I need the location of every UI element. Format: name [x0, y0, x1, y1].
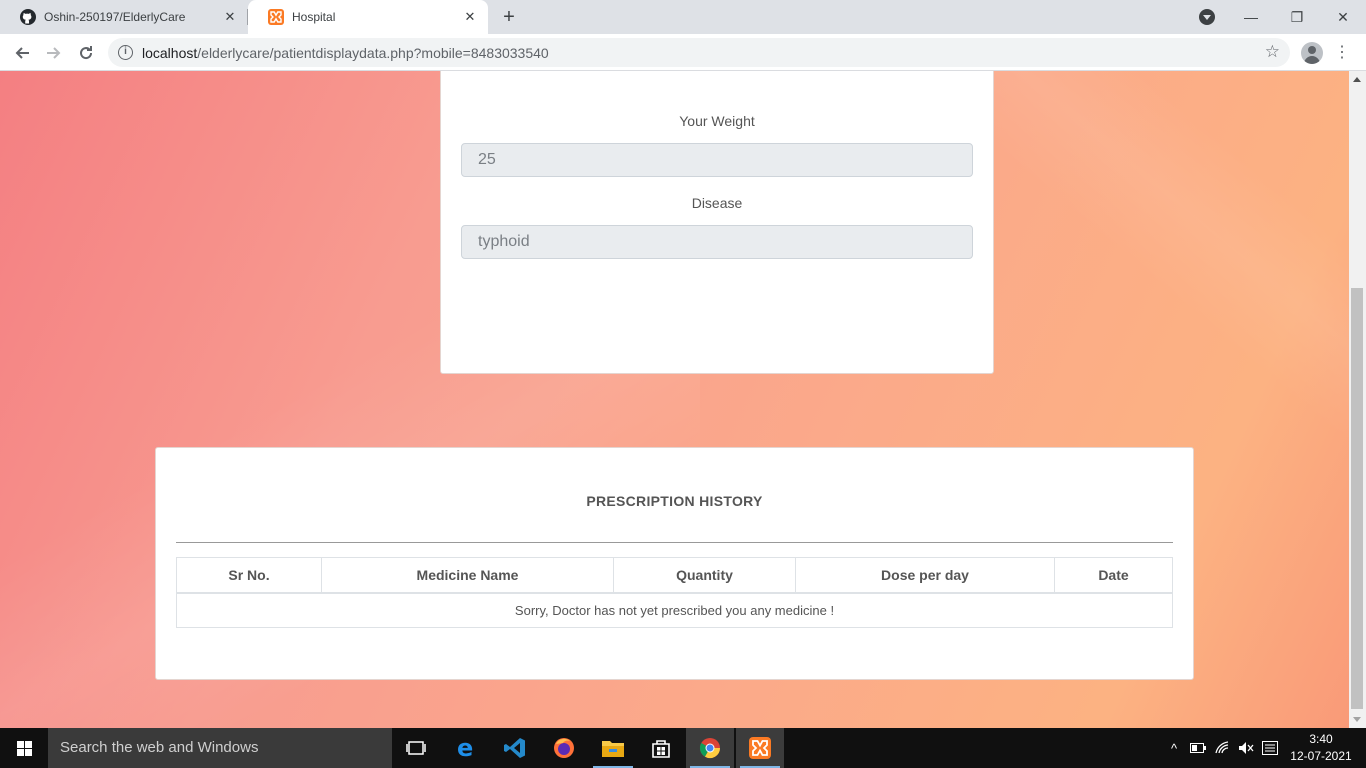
close-window-button[interactable]: ✕ — [1320, 0, 1366, 34]
column-header-sr-no: Sr No. — [176, 557, 322, 594]
tab-title: Hospital — [292, 10, 336, 24]
table-header-row: Sr No. Medicine Name Quantity Dose per d… — [176, 557, 1173, 594]
clock-date: 12-07-2021 — [1290, 749, 1352, 763]
url-text: localhost/elderlycare/patientdisplaydata… — [142, 45, 549, 61]
chrome-icon[interactable] — [686, 728, 734, 768]
back-arrow-icon[interactable] — [9, 40, 35, 66]
browser-tab-strip: Oshin-250197/ElderlyCare ✕ Hospital ✕ + … — [0, 0, 1366, 34]
scrollbar-thumb[interactable] — [1351, 288, 1363, 709]
windows-logo-icon — [16, 740, 32, 756]
prescription-history-title: PRESCRIPTION HISTORY — [586, 493, 763, 509]
github-icon — [20, 9, 36, 25]
taskbar-search-box[interactable]: Search the web and Windows — [48, 728, 392, 768]
patient-details-card: Your Weight 25 Disease typhoid — [440, 71, 994, 374]
action-center-icon[interactable] — [1259, 728, 1281, 768]
minimize-button[interactable]: — — [1228, 0, 1274, 34]
table-row: Sorry, Doctor has not yet prescribed you… — [176, 592, 1173, 628]
edge-icon[interactable]: e — [442, 728, 490, 768]
profile-avatar-icon[interactable] — [1301, 42, 1323, 64]
prescription-history-card: PRESCRIPTION HISTORY Sr No. Medicine Nam… — [155, 447, 1194, 680]
tab-title: Oshin-250197/ElderlyCare — [44, 10, 186, 24]
system-clock[interactable]: 3:40 12-07-2021 — [1284, 731, 1358, 765]
disease-field[interactable]: typhoid — [461, 225, 973, 259]
new-tab-button[interactable]: + — [498, 7, 520, 29]
url-host: localhost — [142, 45, 198, 61]
task-view-icon[interactable] — [392, 728, 440, 768]
url-path: /elderlycare/patientdisplaydata.php?mobi… — [197, 45, 549, 61]
xampp-icon[interactable] — [736, 728, 784, 768]
browser-toolbar: i localhost/elderlycare/patientdisplayda… — [0, 34, 1366, 71]
site-info-icon[interactable]: i — [118, 45, 133, 60]
page-scrollbar[interactable] — [1349, 71, 1366, 728]
svg-text:e: e — [457, 736, 473, 760]
firefox-icon[interactable] — [540, 728, 588, 768]
column-header-dose-per-day: Dose per day — [795, 557, 1055, 594]
bookmark-star-icon[interactable]: ☆ — [1265, 42, 1280, 62]
divider — [176, 542, 1173, 543]
forward-arrow-icon[interactable] — [41, 40, 67, 66]
empty-table-message: Sorry, Doctor has not yet prescribed you… — [176, 592, 1173, 628]
prescription-table: Sr No. Medicine Name Quantity Dose per d… — [176, 557, 1173, 628]
column-header-medicine-name: Medicine Name — [321, 557, 614, 594]
tab-hospital[interactable]: Hospital ✕ — [248, 0, 488, 34]
vscode-icon[interactable] — [491, 728, 539, 768]
disease-label: Disease — [691, 195, 743, 211]
volume-muted-icon[interactable] — [1235, 728, 1257, 768]
column-header-quantity: Quantity — [613, 557, 796, 594]
tab-search-icon[interactable] — [1199, 9, 1215, 25]
scroll-down-arrow-icon[interactable] — [1353, 717, 1361, 722]
battery-icon[interactable] — [1187, 728, 1209, 768]
show-hidden-icons-icon[interactable]: ^ — [1164, 728, 1184, 768]
close-tab-icon[interactable]: ✕ — [222, 9, 238, 25]
windows-taskbar: Search the web and Windows e ^ 3:40 12-0… — [0, 728, 1366, 768]
file-explorer-icon[interactable] — [589, 728, 637, 768]
store-icon[interactable] — [637, 728, 685, 768]
weight-field[interactable]: 25 — [461, 143, 973, 177]
wifi-icon[interactable] — [1211, 728, 1235, 768]
address-bar[interactable]: i localhost/elderlycare/patientdisplayda… — [108, 38, 1290, 67]
tab-github[interactable]: Oshin-250197/ElderlyCare ✕ — [0, 0, 248, 34]
scroll-up-arrow-icon[interactable] — [1353, 77, 1361, 82]
xampp-icon — [268, 9, 284, 25]
column-header-date: Date — [1054, 557, 1173, 594]
clock-time: 3:40 — [1309, 732, 1333, 746]
weight-label: Your Weight — [679, 113, 755, 129]
page-viewport: Your Weight 25 Disease typhoid PRESCRIPT… — [0, 71, 1349, 728]
restore-button[interactable]: ❐ — [1274, 0, 1320, 34]
close-tab-icon[interactable]: ✕ — [462, 9, 478, 25]
reload-icon[interactable] — [73, 40, 99, 66]
browser-menu-icon[interactable]: ⋮ — [1334, 43, 1350, 63]
start-button[interactable] — [0, 728, 48, 768]
